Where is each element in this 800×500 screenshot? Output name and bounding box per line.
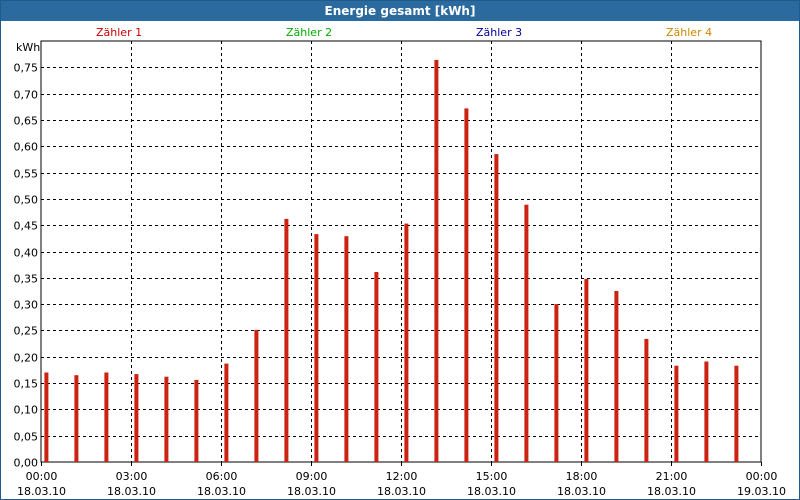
y-tick-label: 0,60	[14, 141, 39, 154]
x-tick-time-label: 03:00	[116, 470, 148, 483]
bar	[224, 363, 229, 462]
y-axis-label: kWh	[16, 41, 40, 54]
x-tick-date-label: 18.03.10	[107, 485, 156, 498]
bar	[194, 379, 199, 462]
y-tick-label: 0,25	[14, 325, 39, 338]
bar	[134, 374, 139, 462]
bar	[464, 108, 469, 463]
bar	[494, 154, 499, 462]
x-tick-date-label: 19.03.10	[737, 485, 786, 498]
y-tick-label: 0,35	[14, 273, 39, 286]
x-tick-date-label: 18.03.10	[17, 485, 66, 498]
y-tick-label: 0,45	[14, 220, 39, 233]
y-tick-label: 0,00	[14, 457, 39, 470]
bar	[254, 329, 259, 462]
bar	[104, 372, 109, 462]
x-tick-date-label: 18.03.10	[377, 485, 426, 498]
x-tick-time-label: 21:00	[656, 470, 688, 483]
chart-window: Energie gesamt [kWh] Zähler 1 Zähler 2 Z…	[0, 0, 800, 500]
bar-chart: kWh 0,00 0,05 0,10 0,15 0,20 0,25 0,30 0,35 0,40…	[14, 40, 786, 498]
y-tick-label: 0,50	[14, 194, 39, 207]
bar	[644, 338, 649, 462]
x-tick-time-label: 18:00	[566, 470, 598, 483]
bar	[554, 304, 559, 462]
x-tick-date-label: 18.03.10	[647, 485, 696, 498]
bar	[44, 372, 49, 462]
y-tick-label: 0,15	[14, 378, 39, 391]
x-tick-time-label: 15:00	[476, 470, 508, 483]
bar	[404, 223, 409, 462]
y-tick-label: 0,55	[14, 168, 39, 181]
y-tick-label: 0,10	[14, 404, 39, 417]
bar	[704, 361, 709, 462]
x-tick-date-label: 18.03.10	[287, 485, 336, 498]
bar	[614, 291, 619, 462]
bar	[524, 204, 529, 462]
y-tick-label: 0,65	[14, 115, 39, 128]
bar	[734, 365, 739, 462]
y-tick-label: 0,30	[14, 299, 39, 312]
bar	[584, 278, 589, 462]
bar	[74, 375, 79, 462]
bar	[374, 272, 379, 462]
y-tick-label: 0,70	[14, 89, 39, 102]
bar	[164, 376, 169, 462]
x-tick-time-label: 00:00	[26, 470, 58, 483]
bar	[314, 234, 319, 462]
bar	[434, 59, 439, 463]
x-tick-date-label: 18.03.10	[557, 485, 606, 498]
x-tick-date-label: 18.03.10	[197, 485, 246, 498]
x-tick-time-label: 00:00	[746, 470, 778, 483]
x-tick-time-label: 09:00	[296, 470, 328, 483]
y-tick-label: 0,40	[14, 247, 39, 260]
y-tick-label: 0,75	[14, 62, 39, 75]
bar	[344, 236, 349, 462]
bar	[674, 365, 679, 462]
x-tick-time-label: 12:00	[386, 470, 418, 483]
y-tick-label: 0,20	[14, 352, 39, 365]
x-tick-date-label: 18.03.10	[467, 485, 516, 498]
y-tick-label: 0,05	[14, 431, 39, 444]
x-tick-time-label: 06:00	[206, 470, 238, 483]
bar	[284, 218, 289, 462]
